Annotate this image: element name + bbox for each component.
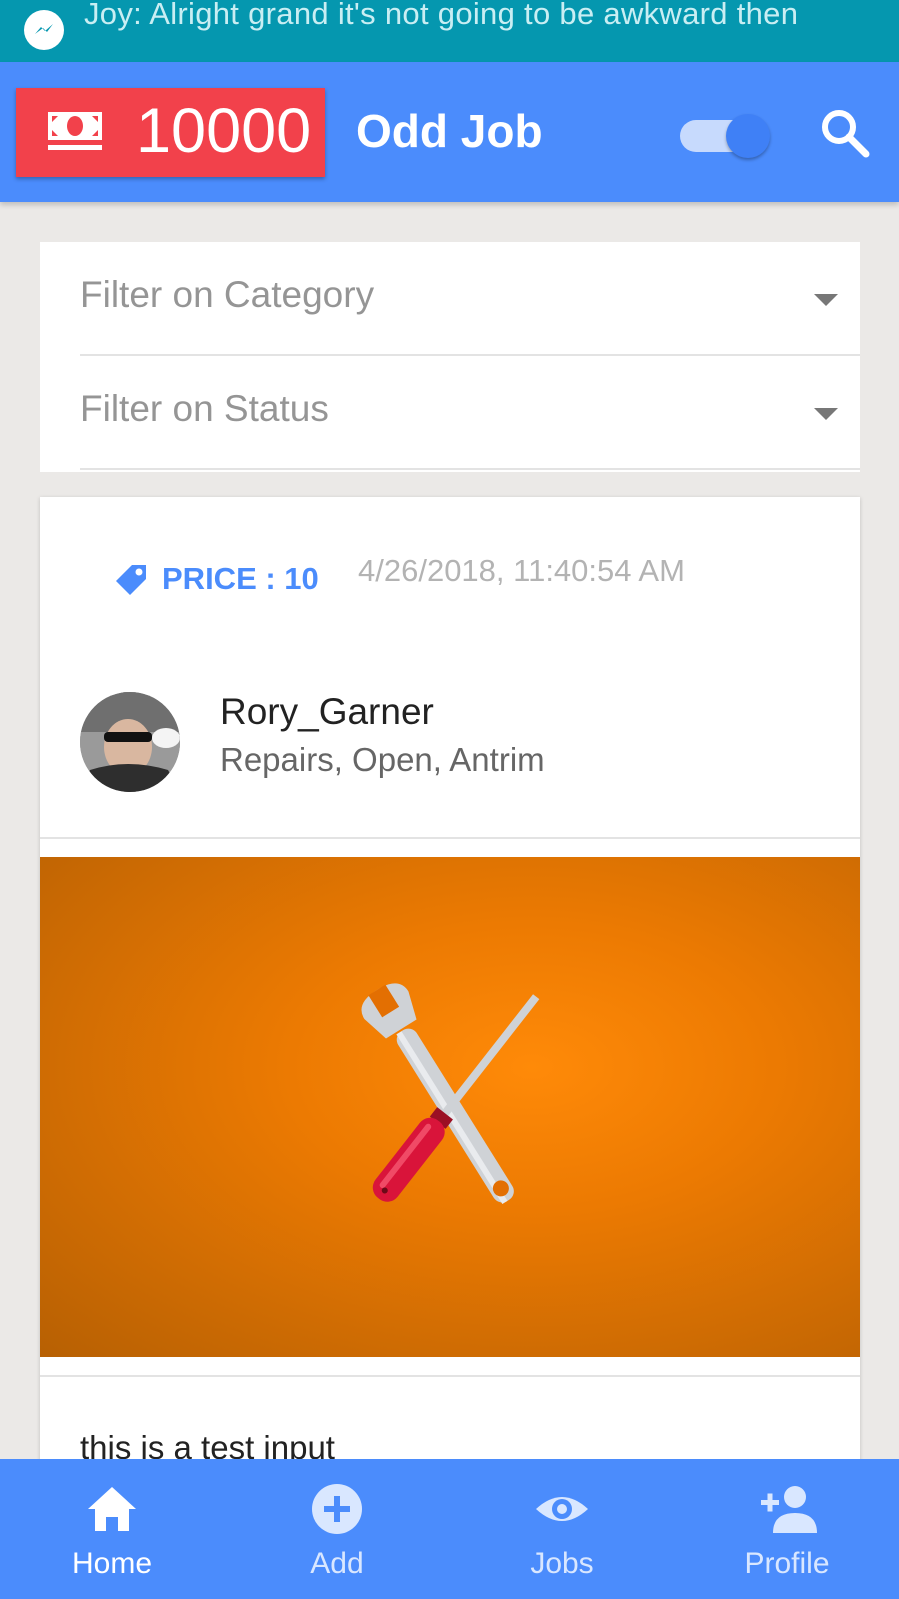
job-card[interactable]: PRICE : 10 4/26/2018, 11:40:54 AM Rory_G…	[40, 497, 860, 1537]
job-image[interactable]	[40, 857, 860, 1357]
nav-jobs-label: Jobs	[530, 1547, 594, 1580]
nav-profile[interactable]: Profile	[675, 1459, 899, 1599]
status-filter-label: Filter on Status	[80, 388, 329, 429]
notification-bar[interactable]: Joy: Alright grand it's not going to be …	[0, 0, 899, 62]
tag-icon	[116, 565, 146, 595]
filter-panel: Filter on Category Filter on Status	[40, 242, 860, 472]
nav-add-label: Add	[310, 1547, 364, 1580]
toggle-knob	[726, 114, 770, 158]
messenger-icon	[24, 10, 64, 50]
divider	[40, 1375, 860, 1377]
category-filter-select[interactable]: Filter on Category	[80, 242, 860, 356]
mode-toggle[interactable]	[680, 110, 770, 158]
eye-icon	[536, 1497, 588, 1521]
add-icon	[312, 1484, 362, 1534]
avatar[interactable]	[80, 692, 180, 792]
app-title: Odd Job	[356, 105, 543, 157]
job-timestamp: 4/26/2018, 11:40:54 AM	[358, 553, 685, 588]
search-icon[interactable]	[818, 106, 872, 160]
bottom-nav: Home Add Jobs Profile	[0, 1459, 899, 1599]
wrench-screwdriver-icon	[361, 983, 540, 1204]
category-filter-label: Filter on Category	[80, 274, 375, 315]
status-filter-select[interactable]: Filter on Status	[80, 356, 860, 470]
nav-profile-label: Profile	[744, 1547, 830, 1580]
money-icon	[48, 112, 102, 150]
chevron-down-icon	[814, 408, 838, 420]
home-icon	[88, 1487, 136, 1531]
chevron-down-icon	[814, 294, 838, 306]
notification-text: Joy: Alright grand it's not going to be …	[84, 0, 799, 31]
nav-jobs[interactable]: Jobs	[450, 1459, 674, 1599]
price-label: PRICE : 10	[162, 561, 319, 596]
credits-badge[interactable]: 10000	[16, 88, 325, 177]
user-name[interactable]: Rory_Garner	[220, 691, 434, 733]
credits-value: 10000	[136, 96, 312, 166]
nav-home-label: Home	[71, 1547, 153, 1580]
nav-add[interactable]: Add	[225, 1459, 449, 1599]
job-meta: Repairs, Open, Antrim	[220, 741, 545, 778]
nav-home[interactable]: Home	[0, 1459, 224, 1599]
add-person-icon	[761, 1486, 817, 1533]
app-bar: 10000 Odd Job	[0, 62, 899, 202]
divider	[40, 837, 860, 839]
